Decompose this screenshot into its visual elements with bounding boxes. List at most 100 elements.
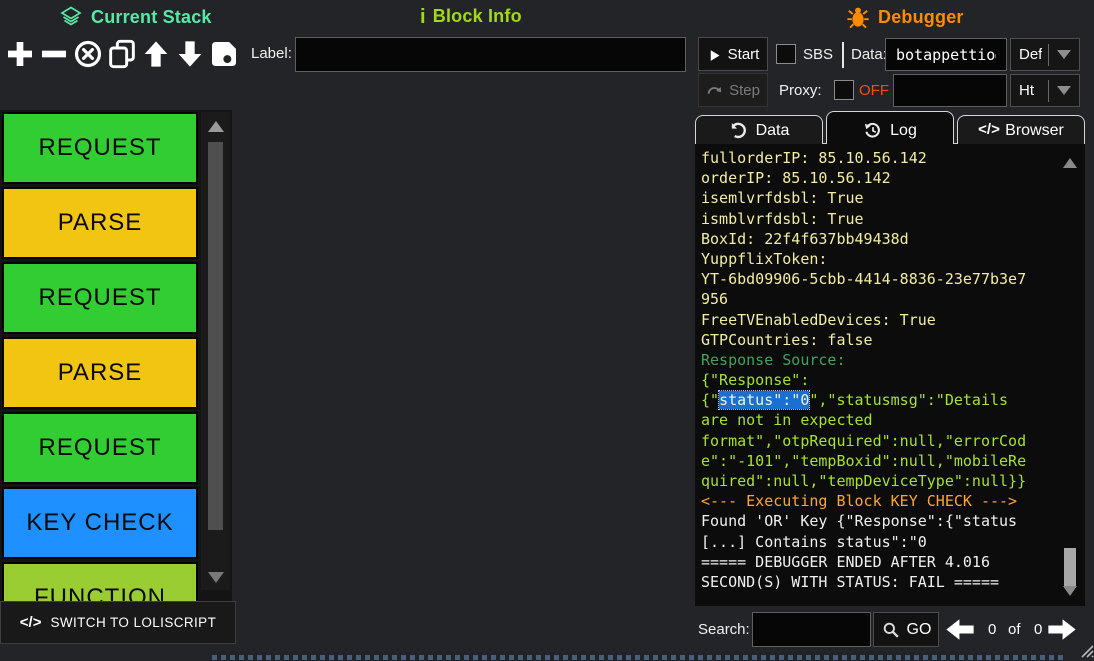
debugger-tab-strip: DataLog</>Browser	[695, 113, 1085, 144]
log-text: e":"-101","tempBoxid":null,"mobileRe	[701, 452, 1026, 470]
log-line: Response Source:	[701, 350, 1061, 370]
remove-icon	[38, 38, 70, 73]
stack-scrollbar-thumb[interactable]	[208, 142, 223, 530]
log-line: format","otpRequired":null,"errorCod	[701, 431, 1061, 451]
scroll-down-icon[interactable]	[208, 572, 224, 583]
stack-block-label: REQUEST	[38, 284, 161, 312]
scroll-down-icon[interactable]	[1063, 586, 1077, 596]
proxy-type-dropdown[interactable]: Ht	[1010, 74, 1080, 107]
log-text: Response Source:	[701, 351, 846, 369]
scroll-up-icon[interactable]	[1063, 158, 1077, 168]
log-line: FreeTVEnabledDevices: True	[701, 310, 1061, 330]
stack-block-list: REQUEST PARSE REQUEST PARSE REQUEST KEY CHECK…	[2, 112, 198, 637]
chevron-down-icon	[1057, 86, 1071, 95]
wordlist-type-dropdown[interactable]: Def	[1010, 38, 1080, 71]
log-line: {"status":"0","statusmsg":"Details	[701, 390, 1061, 410]
divider	[842, 42, 844, 68]
log-lines: fullorderIP: 85.10.56.142orderIP: 85.10.…	[701, 148, 1061, 592]
log-text: SECOND(S) WITH STATUS: FAIL =====	[701, 573, 999, 591]
tab-browser[interactable]: </>Browser	[957, 115, 1085, 144]
search-go-button[interactable]: GO	[873, 612, 939, 647]
log-text: format","otpRequired":null,"errorCod	[701, 432, 1026, 450]
scroll-up-icon[interactable]	[208, 121, 224, 132]
clone-block-button[interactable]	[105, 34, 138, 76]
sbs-checkbox[interactable]	[776, 44, 796, 64]
log-line: quired":null,"tempDeviceType":null}}	[701, 471, 1061, 491]
match-of-label: of	[1008, 621, 1021, 638]
refresh-icon	[729, 121, 748, 140]
stack-block-label: REQUEST	[38, 434, 161, 462]
start-button[interactable]: Start	[698, 37, 768, 71]
log-text: ismblvrfdsbl: True	[701, 210, 864, 228]
log-highlighted-text: status":"0	[719, 391, 809, 409]
proxy-caption: Proxy:	[779, 82, 822, 99]
stack-block-request[interactable]: REQUEST	[2, 112, 198, 184]
proxy-checkbox[interactable]	[834, 80, 854, 100]
previous-match-button[interactable]	[944, 617, 976, 642]
stack-block-label: PARSE	[58, 209, 143, 237]
switch-to-loliscript-button[interactable]: </> SWITCH TO LOLISCRIPT	[0, 601, 236, 644]
tab-data[interactable]: Data	[695, 115, 823, 144]
resize-grip-icon[interactable]	[1078, 642, 1094, 658]
log-panel[interactable]: fullorderIP: 85.10.56.142orderIP: 85.10.…	[695, 143, 1085, 606]
search-caption: Search:	[698, 621, 750, 638]
divider	[1048, 80, 1049, 102]
step-label: Step	[729, 82, 760, 99]
log-line: YuppflixToken:	[701, 249, 1061, 269]
stack-toolbar	[3, 34, 240, 76]
log-text: 956	[701, 290, 728, 308]
step-button[interactable]: Step	[698, 73, 768, 107]
log-text: quired":null,"tempDeviceType":null}}	[701, 472, 1026, 490]
sbs-label: SBS	[803, 46, 833, 63]
stack-scrollbar[interactable]	[201, 112, 230, 590]
log-line: SECOND(S) WITH STATUS: FAIL =====	[701, 572, 1061, 592]
stack-block-key-check[interactable]: KEY CHECK	[2, 487, 198, 559]
step-icon	[706, 82, 723, 99]
log-scrollbar-thumb[interactable]	[1064, 548, 1076, 588]
arrow-right-icon	[1046, 617, 1078, 642]
data-caption: Data:	[851, 46, 887, 63]
remove-all-icon	[72, 38, 104, 73]
stack-block-parse[interactable]: PARSE	[2, 187, 198, 259]
move-block-down-button[interactable]	[173, 34, 206, 76]
log-text: are not in expected	[701, 411, 873, 429]
current-stack-title: Current Stack	[58, 4, 212, 30]
block-info-title-label: Block Info	[433, 6, 522, 27]
log-line: 956	[701, 289, 1061, 309]
add-icon	[4, 38, 36, 73]
stack-block-parse[interactable]: PARSE	[2, 337, 198, 409]
tab-label: Browser	[1005, 122, 1064, 140]
stack-block-label: REQUEST	[38, 134, 161, 162]
search-icon	[881, 620, 901, 640]
bottom-scroll-strip[interactable]	[212, 655, 1064, 660]
log-text: YT-6bd09906-5cbb-4414-8836-23e77b3e7	[701, 270, 1026, 288]
wordlist-type-value: Def	[1011, 46, 1042, 63]
stack-block-request[interactable]: REQUEST	[2, 412, 198, 484]
data-input[interactable]	[885, 38, 1007, 71]
log-text: orderIP: 85.10.56.142	[701, 169, 891, 187]
remove-block-button[interactable]	[37, 34, 70, 76]
next-match-button[interactable]	[1046, 617, 1078, 642]
clear-stack-button[interactable]	[71, 34, 104, 76]
search-input[interactable]	[752, 612, 871, 647]
proxy-input[interactable]	[893, 74, 1007, 107]
tab-log[interactable]: Log	[826, 111, 954, 144]
log-line: BoxId: 22f4f637bb49438d	[701, 229, 1061, 249]
info-icon: i	[420, 7, 426, 27]
start-label: Start	[728, 46, 760, 63]
bug-icon	[845, 4, 871, 30]
add-block-button[interactable]	[3, 34, 36, 76]
match-total: 0	[1034, 621, 1042, 638]
log-text: {"Response":	[701, 371, 809, 389]
log-line: YT-6bd09906-5cbb-4414-8836-23e77b3e7	[701, 269, 1061, 289]
arrow-left-icon	[944, 617, 976, 642]
block-label-input[interactable]	[295, 37, 686, 72]
log-line: GTPCountries: false	[701, 330, 1061, 350]
log-line: <--- Executing Block KEY CHECK --->	[701, 491, 1061, 511]
stack-block-request[interactable]: REQUEST	[2, 262, 198, 334]
save-config-button[interactable]	[207, 34, 240, 76]
block-info-title: i Block Info	[420, 6, 522, 27]
history-icon	[863, 121, 882, 140]
move-block-up-button[interactable]	[139, 34, 172, 76]
stack-block-label: KEY CHECK	[26, 509, 173, 537]
